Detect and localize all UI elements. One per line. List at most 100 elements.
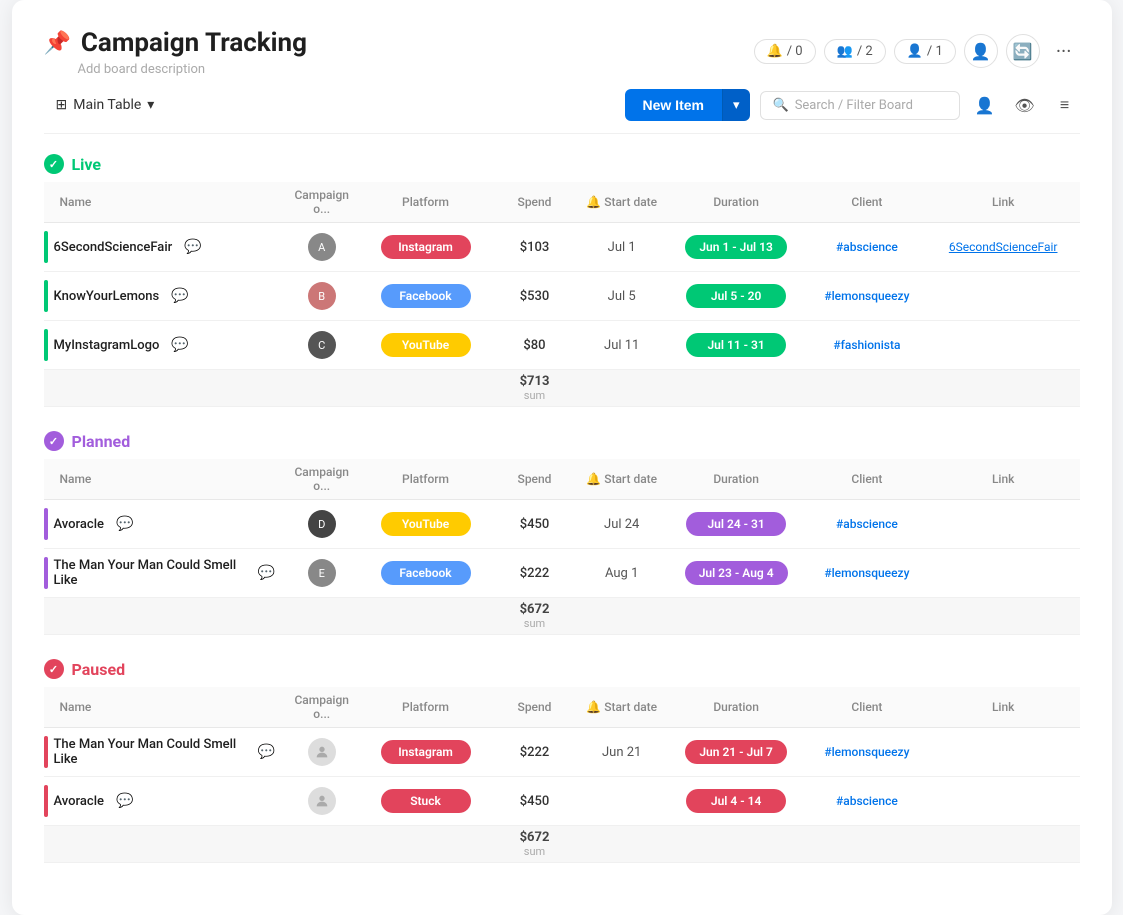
sum-empty-3 [578,370,665,407]
duration-badge: Jul 5 - 20 [686,284,786,308]
more-options-button[interactable]: ··· [1048,35,1080,67]
bell-col-icon: 🔔 [586,472,601,486]
avatar: B [308,282,336,310]
col-header-duration: Duration [665,459,807,500]
table-row: The Man Your Man Could Smell Like 💬 EFac… [44,549,1080,598]
client-tag: #lemonsqueezy [824,566,909,580]
start-date: Jul 1 [608,240,636,255]
section-header-paused: ✓ Paused [44,659,1080,679]
start-date: Jul 11 [604,338,639,353]
filter-button[interactable]: ≡ [1050,90,1080,120]
user-count: / 1 [927,44,943,59]
comment-icon[interactable]: 💬 [116,516,133,532]
col-header-duration: Duration [665,687,807,728]
col-header-platform: Platform [360,459,491,500]
table-view-selector[interactable]: ⊞ Main Table ▾ [44,91,167,119]
invite-button[interactable]: 👤 [964,34,998,68]
sum-empty-1 [283,370,360,407]
table-row: The Man Your Man Could Smell Like 💬 Inst… [44,728,1080,777]
header-title-row: 📌 Campaign Tracking [44,28,308,58]
platform-badge: Facebook [381,284,471,308]
sum-empty-4 [665,370,807,407]
eye-button[interactable]: 👁 [1010,90,1040,120]
comment-icon[interactable]: 💬 [258,565,275,581]
col-header-campaigno...: Campaign o... [283,182,360,223]
sum-empty-5 [807,598,927,635]
row-name-cell: Avoracle 💬 [44,785,276,817]
sum-label: sum [499,845,570,858]
new-item-dropdown-button[interactable]: ▾ [722,89,750,121]
comment-icon[interactable]: 💬 [116,793,133,809]
comment-icon[interactable]: 💬 [171,337,188,353]
section-header-planned: ✓ Planned [44,431,1080,451]
sum-empty-6 [927,598,1080,635]
person-filter-button[interactable]: 👤 [970,90,1000,120]
search-icon: 🔍 [773,98,789,113]
sum-empty-4 [665,826,807,863]
avatar: C [308,331,336,359]
platform-badge: Stuck [381,789,471,813]
search-box[interactable]: 🔍 Search / Filter Board [760,91,960,120]
sum-empty-6 [927,370,1080,407]
row-name: The Man Your Man Could Smell Like [54,737,246,767]
user-badge[interactable]: 👤 / 1 [894,39,956,64]
spend-value: $450 [520,517,550,532]
duration-badge: Jun 1 - Jul 13 [685,235,786,259]
duration-badge: Jul 23 - Aug 4 [685,561,788,585]
notification-badge[interactable]: 🔔 / 0 [754,39,816,64]
section-title-live: Live [72,155,102,174]
sum-empty-2 [360,598,491,635]
col-header-link: Link [927,459,1080,500]
row-color-bar [44,280,48,312]
row-name-cell: The Man Your Man Could Smell Like 💬 [44,557,276,589]
platform-badge: Instagram [381,740,471,764]
comment-icon[interactable]: 💬 [258,744,275,760]
col-header-spend: Spend [491,687,578,728]
group-count: / 2 [857,44,873,59]
col-header-link: Link [927,687,1080,728]
spend-value: $80 [523,338,545,353]
new-item-button[interactable]: New Item [625,89,722,121]
row-color-bar [44,508,48,540]
spend-value: $103 [520,240,550,255]
col-header-campaigno...: Campaign o... [283,687,360,728]
col-header-startdate: 🔔Start date [578,687,665,728]
client-tag: #abscience [836,794,898,808]
table-row: MyInstagramLogo 💬 CYouTube$80Jul 11Jul 1… [44,321,1080,370]
row-name-cell: Avoracle 💬 [44,508,276,540]
chevron-down-icon: ▾ [147,97,154,113]
bell-col-icon: 🔔 [586,195,601,209]
comment-icon[interactable]: 💬 [184,239,201,255]
sum-value-cell: $672 sum [491,598,578,635]
col-header-link: Link [927,182,1080,223]
spend-value: $450 [520,794,550,809]
table-row: KnowYourLemons 💬 BFacebook$530Jul 5Jul 5… [44,272,1080,321]
col-header-startdate: 🔔Start date [578,182,665,223]
section-status-icon-live: ✓ [44,154,64,174]
section-title-planned: Planned [72,432,131,451]
row-name-cell: 6SecondScienceFair 💬 [44,231,276,263]
row-name-cell: The Man Your Man Could Smell Like 💬 [44,736,276,768]
app-container: 📌 Campaign Tracking Add board descriptio… [12,0,1112,915]
share-button[interactable]: 🔄 [1006,34,1040,68]
sum-label-cell [44,826,284,863]
groups-icon: 👥 [837,44,853,59]
toolbar: ⊞ Main Table ▾ New Item ▾ 🔍 Search / Fil… [44,89,1080,134]
section-paused: ✓ Paused NameCampaign o...PlatformSpend🔔… [44,659,1080,863]
sum-label-cell [44,598,284,635]
group-badge[interactable]: 👥 / 2 [824,39,886,64]
link-value[interactable]: 6SecondScienceFair [949,240,1058,254]
client-tag: #lemonsqueezy [824,745,909,759]
row-name: MyInstagramLogo [54,338,160,353]
table-row: 6SecondScienceFair 💬 AInstagram$103Jul 1… [44,223,1080,272]
start-date: Jul 5 [608,289,636,304]
comment-icon[interactable]: 💬 [171,288,188,304]
row-name-cell: MyInstagramLogo 💬 [44,329,276,361]
sum-value: $672 [499,830,570,845]
header-right: 🔔 / 0 👥 / 2 👤 / 1 👤 🔄 ··· [754,34,1080,68]
client-tag: #lemonsqueezy [824,289,909,303]
sum-row: $672 sum [44,826,1080,863]
row-name: KnowYourLemons [54,289,160,304]
platform-badge: Facebook [381,561,471,585]
duration-badge: Jun 21 - Jul 7 [685,740,786,764]
